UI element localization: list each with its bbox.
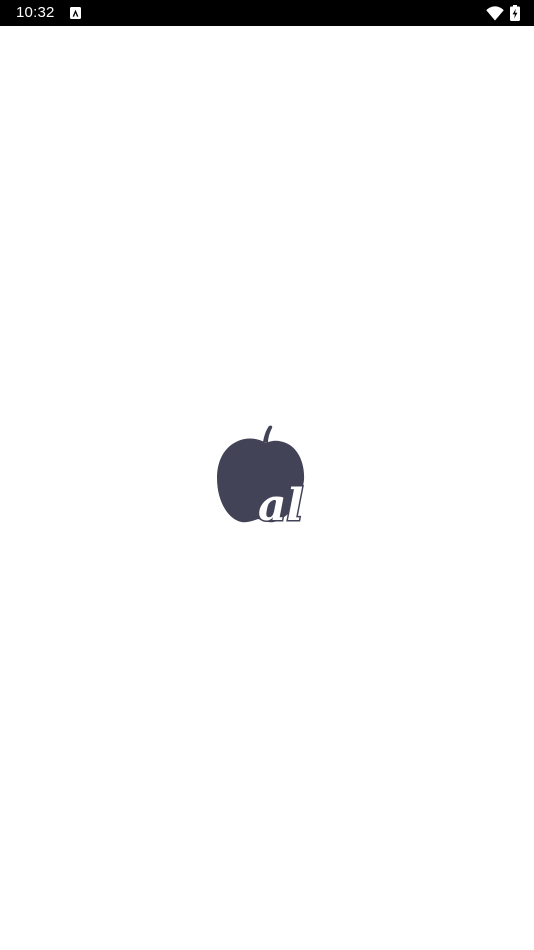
status-time: 10:32 xyxy=(16,4,55,21)
status-icons xyxy=(486,5,520,21)
wifi-icon xyxy=(486,5,504,20)
svg-text:al: al xyxy=(258,480,303,526)
status-bar: 10:32 xyxy=(0,0,534,26)
battery-charging-icon xyxy=(510,5,520,21)
splash-screen: 10:32 al xyxy=(0,0,534,950)
app-notification-icon xyxy=(70,7,81,19)
apple-logo-icon: al xyxy=(217,425,305,526)
